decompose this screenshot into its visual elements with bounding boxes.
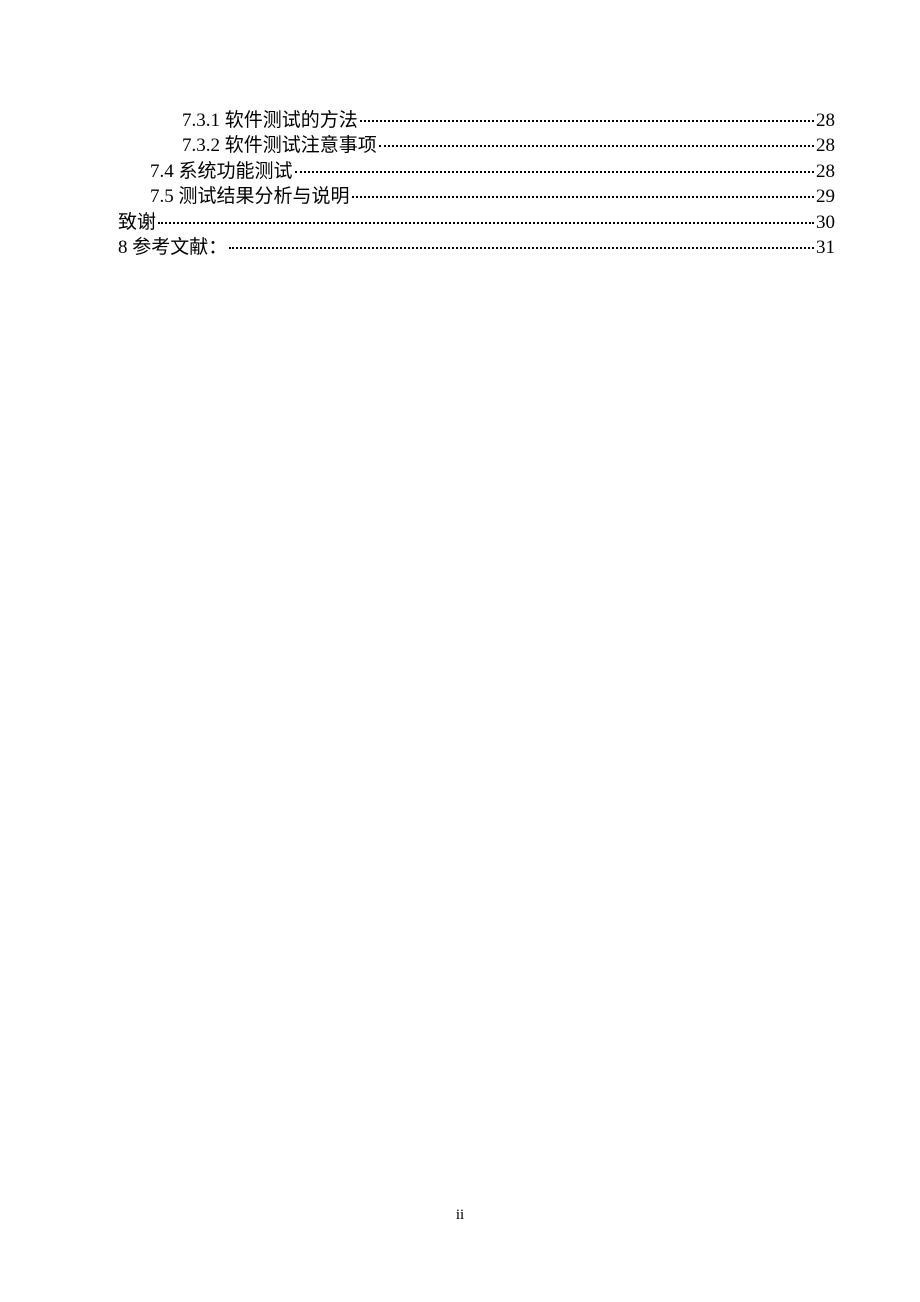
toc-leader-dots xyxy=(295,171,814,173)
toc-page-number: 31 xyxy=(816,235,835,260)
toc-page-number: 28 xyxy=(816,159,835,184)
toc-title: 致谢 xyxy=(118,210,156,235)
toc-entry[interactable]: 8 参考文献： 31 xyxy=(118,235,835,260)
toc-entry[interactable]: 7.5 测试结果分析与说明 29 xyxy=(118,184,835,209)
toc-leader-dots xyxy=(229,247,814,249)
toc-page-number: 29 xyxy=(816,184,835,209)
toc-entry[interactable]: 7.3.1 软件测试的方法 28 xyxy=(118,108,835,133)
toc-leader-dots xyxy=(352,196,814,198)
toc-entry[interactable]: 7.3.2 软件测试注意事项 28 xyxy=(118,133,835,158)
toc-leader-dots xyxy=(379,145,814,147)
toc-title: 7.3.1 软件测试的方法 xyxy=(182,108,358,133)
toc-page-number: 28 xyxy=(816,133,835,158)
toc-leader-dots xyxy=(158,222,814,224)
toc-title: 7.4 系统功能测试 xyxy=(150,159,293,184)
table-of-contents: 7.3.1 软件测试的方法 28 7.3.2 软件测试注意事项 28 7.4 系… xyxy=(118,108,835,260)
toc-page-number: 28 xyxy=(816,108,835,133)
toc-page-number: 30 xyxy=(816,210,835,235)
toc-entry[interactable]: 致谢 30 xyxy=(118,210,835,235)
toc-title: 7.3.2 软件测试注意事项 xyxy=(182,133,377,158)
toc-entry[interactable]: 7.4 系统功能测试 28 xyxy=(118,159,835,184)
page: 7.3.1 软件测试的方法 28 7.3.2 软件测试注意事项 28 7.4 系… xyxy=(0,0,920,1302)
toc-title: 8 参考文献： xyxy=(118,235,227,260)
page-footer-number: ii xyxy=(0,1207,920,1224)
toc-leader-dots xyxy=(360,120,814,122)
toc-title: 7.5 测试结果分析与说明 xyxy=(150,184,350,209)
